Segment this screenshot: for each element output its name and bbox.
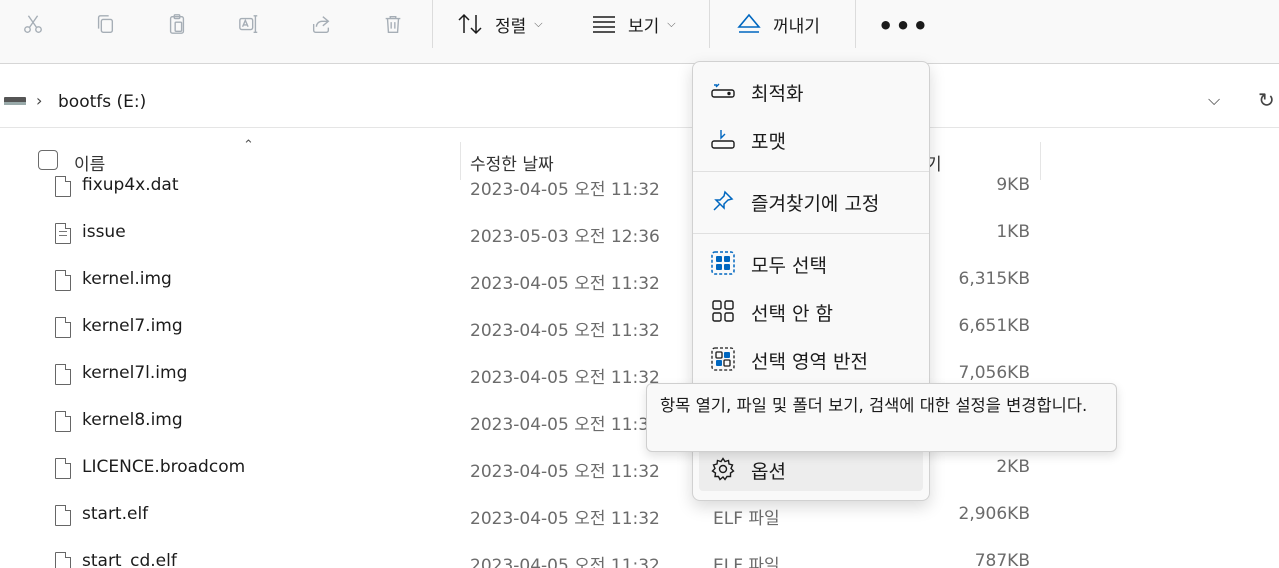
file-date: 2023-04-05 오전 11:32 bbox=[470, 556, 660, 568]
invert-selection-icon bbox=[711, 347, 735, 371]
menu-item-label: 옵션 bbox=[751, 461, 786, 483]
file-date: 2023-04-05 오전 11:32 bbox=[470, 274, 660, 294]
file-icon bbox=[55, 176, 71, 197]
chevron-down-icon[interactable]: ⌵ bbox=[1208, 90, 1220, 110]
file-row[interactable]: kernel7.img 2023-04-05 오전 11:32 6,651KB bbox=[0, 313, 1279, 360]
optimize-drive-icon bbox=[711, 79, 735, 103]
select-all-icon bbox=[711, 251, 735, 275]
select-all-checkbox[interactable] bbox=[38, 150, 58, 170]
file-icon bbox=[55, 317, 71, 338]
menu-divider bbox=[693, 171, 929, 172]
delete-icon[interactable] bbox=[379, 10, 407, 38]
breadcrumb-drive[interactable]: bootfs (E:) bbox=[58, 92, 146, 112]
address-bar[interactable]: › bootfs (E:) ⌵ ↻ bbox=[0, 78, 1279, 128]
menu-item-invert-selection[interactable]: 선택 영역 반전 bbox=[699, 337, 923, 381]
toolbar-divider bbox=[432, 0, 433, 48]
view-button[interactable]: 보기 ⌵ bbox=[592, 8, 676, 40]
rename-icon[interactable] bbox=[235, 10, 263, 38]
file-icon bbox=[55, 458, 71, 479]
menu-item-label: 모두 선택 bbox=[751, 255, 827, 277]
file-size: 787KB bbox=[974, 551, 1030, 568]
file-date: 2023-04-05 오전 11:32 bbox=[470, 462, 660, 482]
file-date: 2023-04-05 오전 11:32 bbox=[470, 180, 660, 200]
file-icon bbox=[55, 505, 71, 526]
menu-item-label: 선택 안 함 bbox=[751, 303, 833, 325]
share-icon[interactable] bbox=[307, 10, 335, 38]
file-name: kernel8.img bbox=[82, 410, 183, 430]
file-name: start_cd.elf bbox=[82, 551, 177, 568]
file-row[interactable]: fixup4x.dat 2023-04-05 오전 11:32 9KB bbox=[0, 172, 1279, 219]
menu-item-options[interactable]: 옵션 bbox=[699, 447, 923, 491]
view-label: 보기 bbox=[628, 16, 660, 37]
file-row[interactable]: LICENCE.broadcom 2023-04-05 오전 11:32 2KB bbox=[0, 454, 1279, 501]
menu-item-pin-to-quick-access[interactable]: 즐겨찾기에 고정 bbox=[699, 179, 923, 223]
select-none-icon bbox=[711, 299, 735, 323]
gear-icon bbox=[711, 457, 735, 481]
chevron-right-icon[interactable]: › bbox=[36, 91, 42, 110]
file-name: issue bbox=[82, 222, 126, 242]
file-date: 2023-04-05 오전 11:32 bbox=[470, 415, 660, 435]
file-row[interactable]: issue 2023-05-03 오전 12:36 1KB bbox=[0, 219, 1279, 266]
file-icon bbox=[55, 411, 71, 432]
eject-button[interactable]: 꺼내기 bbox=[737, 8, 820, 40]
menu-item-select-none[interactable]: 선택 안 함 bbox=[699, 289, 923, 333]
file-row[interactable]: kernel.img 2023-04-05 오전 11:32 6,315KB bbox=[0, 266, 1279, 313]
menu-item-label: 포맷 bbox=[751, 131, 786, 153]
menu-divider bbox=[693, 233, 929, 234]
menu-item-select-all[interactable]: 모두 선택 bbox=[699, 241, 923, 285]
file-type: ELF 파일 bbox=[713, 556, 780, 568]
format-drive-icon bbox=[711, 127, 735, 151]
file-icon bbox=[55, 364, 71, 385]
file-date: 2023-04-05 오전 11:32 bbox=[470, 368, 660, 388]
file-size: 2,906KB bbox=[958, 504, 1030, 524]
menu-item-label: 즐겨찾기에 고정 bbox=[751, 193, 880, 215]
file-row[interactable]: start_cd.elf 2023-04-05 오전 11:32 ELF 파일 … bbox=[0, 548, 1279, 568]
menu-item-label: 선택 영역 반전 bbox=[751, 351, 868, 373]
command-bar: 정렬 ⌵ 보기 ⌵ 꺼내기 ••• bbox=[0, 0, 1279, 64]
file-icon bbox=[55, 552, 71, 568]
menu-item-format[interactable]: 포맷 bbox=[699, 117, 923, 161]
paste-icon[interactable] bbox=[163, 10, 191, 38]
file-list: fixup4x.dat 2023-04-05 오전 11:32 9KB issu… bbox=[0, 170, 1279, 568]
chevron-down-icon: ⌵ bbox=[667, 17, 676, 30]
file-name: kernel7l.img bbox=[82, 363, 188, 383]
refresh-icon[interactable]: ↻ bbox=[1258, 88, 1275, 112]
file-date: 2023-05-03 오전 12:36 bbox=[470, 227, 660, 247]
sort-ascending-icon: ⌃ bbox=[243, 138, 254, 153]
file-date: 2023-04-05 오전 11:32 bbox=[470, 509, 660, 529]
text-file-icon bbox=[55, 223, 71, 244]
cut-icon[interactable] bbox=[19, 10, 47, 38]
file-name: kernel7.img bbox=[82, 316, 183, 336]
eject-icon bbox=[737, 13, 761, 33]
sort-label: 정렬 bbox=[495, 16, 527, 37]
file-name: start.elf bbox=[82, 504, 149, 524]
pin-icon bbox=[711, 189, 735, 213]
more-options-button[interactable]: ••• bbox=[878, 12, 930, 40]
toolbar-divider bbox=[855, 0, 856, 48]
menu-item-optimize[interactable]: 최적화 bbox=[699, 69, 923, 113]
options-tooltip: 항목 열기, 파일 및 폴더 보기, 검색에 대한 설정을 변경합니다. bbox=[646, 383, 1117, 452]
sort-button[interactable]: 정렬 ⌵ bbox=[457, 8, 543, 40]
file-name: kernel.img bbox=[82, 269, 172, 289]
view-icon bbox=[593, 16, 615, 33]
file-row[interactable]: start.elf 2023-04-05 오전 11:32 ELF 파일 2,9… bbox=[0, 501, 1279, 548]
drive-icon bbox=[4, 97, 26, 105]
sort-icon bbox=[458, 13, 482, 35]
file-date: 2023-04-05 오전 11:32 bbox=[470, 321, 660, 341]
file-icon bbox=[55, 270, 71, 291]
chevron-down-icon: ⌵ bbox=[534, 17, 543, 30]
toolbar-divider bbox=[709, 0, 710, 48]
menu-item-label: 최적화 bbox=[751, 83, 804, 105]
copy-icon[interactable] bbox=[91, 10, 119, 38]
file-name: LICENCE.broadcom bbox=[82, 457, 246, 477]
eject-label: 꺼내기 bbox=[773, 16, 820, 37]
file-type: ELF 파일 bbox=[713, 509, 780, 529]
file-name: fixup4x.dat bbox=[82, 175, 179, 195]
